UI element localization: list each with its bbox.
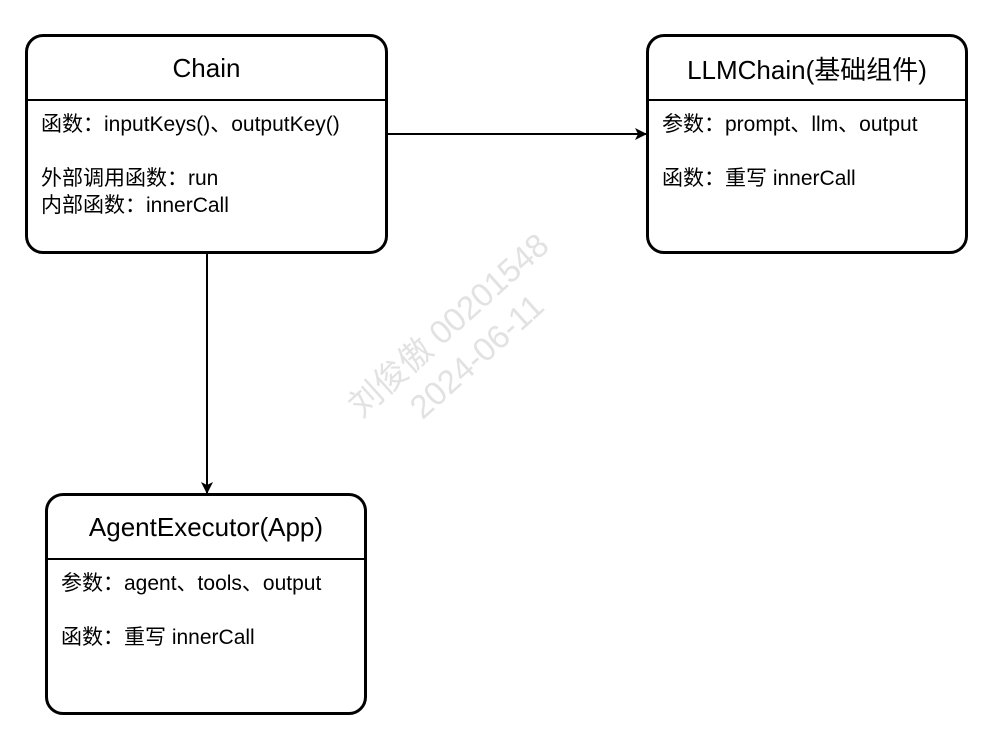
- node-chain[interactable]: Chain 函数：inputKeys()、outputKey() 外部调用函数：…: [25, 34, 388, 254]
- node-llmchain-body: 参数：prompt、llm、output 函数：重写 innerCall: [649, 101, 965, 192]
- node-llmchain[interactable]: LLMChain(基础组件) 参数：prompt、llm、output 函数：重…: [646, 34, 968, 254]
- node-chain-external-call: 外部调用函数：run: [41, 167, 219, 190]
- node-chain-title: Chain: [28, 37, 385, 101]
- node-agent-executor-functions: 函数：重写 innerCall: [61, 626, 255, 649]
- node-chain-internal-function: 内部函数：innerCall: [41, 194, 229, 217]
- node-agent-executor-body: 参数：agent、tools、output 函数：重写 innerCall: [48, 560, 364, 651]
- node-llmchain-params: 参数：prompt、llm、output: [662, 113, 918, 136]
- node-chain-functions: 函数：inputKeys()、outputKey(): [41, 113, 340, 136]
- node-agent-executor-title: AgentExecutor(App): [48, 496, 364, 560]
- node-llmchain-functions: 函数：重写 innerCall: [662, 167, 856, 190]
- node-llmchain-title: LLMChain(基础组件): [649, 37, 965, 101]
- node-chain-body: 函数：inputKeys()、outputKey() 外部调用函数：run 内部…: [28, 101, 385, 219]
- node-agent-executor[interactable]: AgentExecutor(App) 参数：agent、tools、output…: [45, 493, 367, 715]
- node-agent-executor-params: 参数：agent、tools、output: [61, 572, 322, 595]
